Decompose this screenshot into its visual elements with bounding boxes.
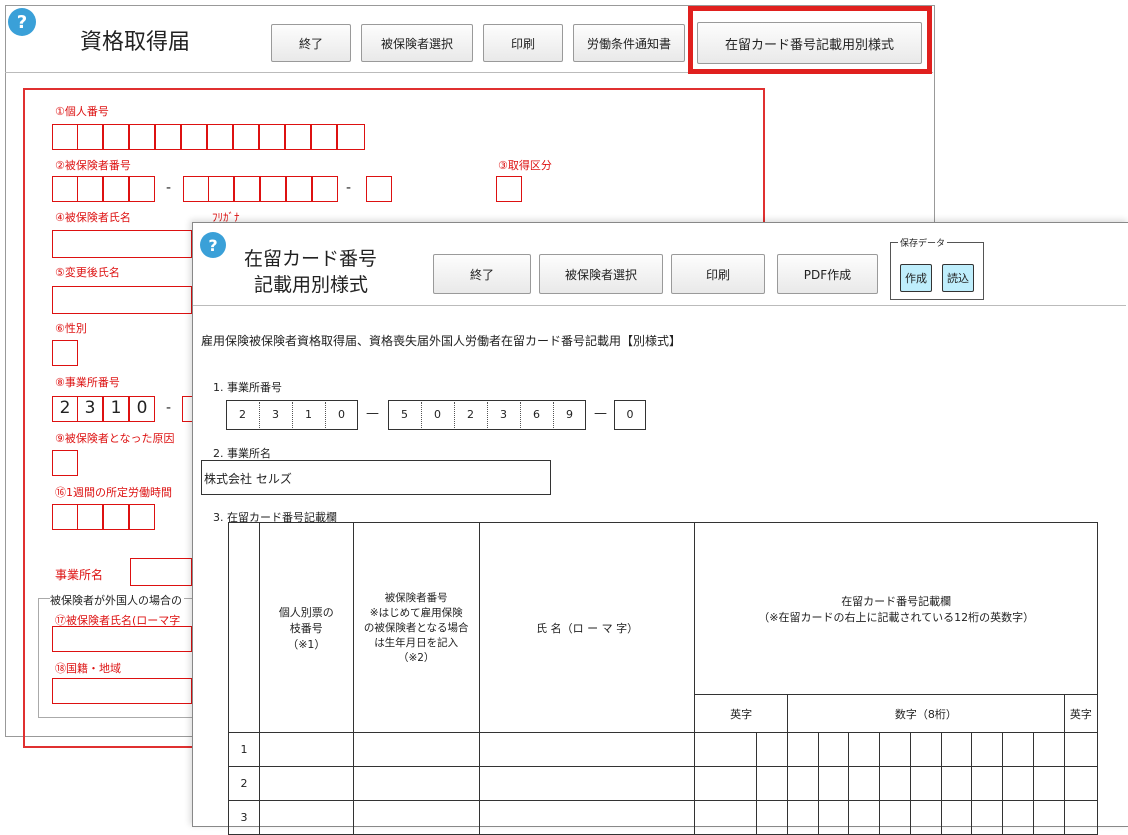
insured-name-field[interactable] (52, 230, 192, 258)
front-office-number-a-digits: 2 3 1 0 (226, 400, 358, 430)
acquisition-class-cell[interactable] (496, 176, 522, 202)
table-row[interactable]: 3 (228, 800, 1099, 835)
acquisition-class-label: ③取得区分 (498, 159, 552, 172)
office-digit: 9 (566, 408, 573, 421)
back-select-insured-button[interactable]: 被保険者選択 (361, 24, 473, 62)
office-digit: 2 (467, 408, 474, 421)
front-office-dash-2: — (594, 406, 607, 421)
back-print-button[interactable]: 印刷 (483, 24, 563, 62)
back-office-dash: - (166, 400, 172, 416)
changed-name-label: ⑤変更後氏名 (55, 266, 120, 279)
back-office-digit: 1 (110, 398, 122, 418)
back-office-digit: 0 (136, 398, 148, 418)
back-help-icon[interactable]: ? (8, 8, 36, 36)
cause-cell[interactable] (52, 450, 78, 476)
front-select-insured-button[interactable]: 被保険者選択 (539, 254, 663, 294)
changed-name-field[interactable] (52, 286, 192, 314)
front-office-name-value: 株式会社 セルズ (204, 472, 292, 486)
front-exit-button[interactable]: 終了 (433, 254, 531, 294)
insured-check-digit-cell[interactable] (366, 176, 392, 202)
office-digit: 3 (272, 408, 279, 421)
sub-digits: 数字（8桁） (786, 694, 1065, 733)
row-number: 2 (228, 766, 260, 801)
col-name-header: 氏 名（ロ ー マ 字） (478, 522, 696, 733)
office-check-digit: 0 (626, 408, 634, 421)
back-exit-button[interactable]: 終了 (271, 24, 351, 62)
save-create-button[interactable]: 作成 (900, 264, 932, 292)
office-name-label: 事業所名 (55, 568, 104, 582)
front-print-button[interactable]: 印刷 (671, 254, 765, 294)
back-title: 資格取得届 (80, 30, 191, 55)
office-digit: 3 (500, 408, 507, 421)
sex-label: ⑥性別 (55, 322, 87, 335)
office-digit: 1 (305, 408, 312, 421)
table-row[interactable]: 1 (228, 732, 1099, 767)
section2-label: 2. 事業所名 (213, 447, 271, 460)
insured-dash-2: - (346, 180, 352, 196)
sub-alpha-1: 英字 (694, 694, 788, 733)
office-digit: 0 (338, 408, 345, 421)
insured-dash-1: - (166, 180, 172, 196)
sex-cell[interactable] (52, 340, 78, 366)
office-number-label: ⑧事業所番号 (55, 376, 120, 389)
back-office-digit: 2 (59, 398, 71, 418)
residence-card-table: 個人別票の 枝番号 （※1） 被保険者番号 ※はじめて雇用保険 の被保険者となる… (228, 522, 1099, 835)
insured-name-label: ④被保険者氏名 (55, 211, 131, 224)
insured-number-label: ②被保険者番号 (55, 159, 131, 172)
office-digit: 2 (239, 408, 246, 421)
personal-number-label: ①個人番号 (55, 105, 109, 118)
save-load-button[interactable]: 読込 (942, 264, 974, 292)
office-digit: 0 (434, 408, 441, 421)
front-heading: 雇用保険被保険者資格取得届、資格喪失届外国人労働者在留カード番号記載用【別様式】 (201, 334, 682, 348)
roman-name-field[interactable] (52, 626, 192, 652)
front-office-dash-1: — (366, 406, 379, 421)
nationality-field[interactable] (52, 678, 192, 704)
nationality-label: ⑱国籍・地域 (55, 662, 121, 675)
front-office-number-b-digits: 5 0 2 3 6 9 (388, 400, 586, 430)
front-pdf-button[interactable]: PDF作成 (777, 254, 878, 294)
front-title-line1: 在留カード番号 (244, 248, 378, 270)
col-insured-header: 被保険者番号 ※はじめて雇用保険 の被保険者となる場合 は生年月日を記入 （※2… (352, 522, 480, 733)
table-row[interactable]: 2 (228, 766, 1099, 801)
row-number: 1 (228, 732, 260, 767)
back-office-digit: 3 (84, 398, 96, 418)
section1-label: 1. 事業所番号 (213, 381, 282, 394)
col-branch-header: 個人別票の 枝番号 （※1） (259, 522, 354, 733)
office-name-field[interactable] (130, 558, 192, 586)
front-help-icon[interactable]: ? (200, 232, 226, 258)
front-title-line2: 記載用別様式 (254, 274, 369, 296)
back-labor-notice-button[interactable]: 労働条件通知書 (573, 24, 685, 62)
front-toolbar-divider (193, 305, 1126, 306)
cause-label: ⑨被保険者となった原因 (55, 432, 175, 445)
highlight-frame (688, 6, 932, 74)
foreigner-group-label: 被保険者が外国人の場合の (50, 592, 184, 608)
office-digit: 6 (533, 408, 540, 421)
save-data-label: 保存データ (898, 236, 948, 249)
office-digit: 5 (401, 408, 408, 421)
row-number: 3 (228, 800, 260, 835)
col-card-header: 在留カード番号記載欄 （※在留カードの右上に記載されている12桁の英数字） (694, 522, 1098, 695)
sub-alpha-2: 英字 (1063, 694, 1099, 733)
weekly-hours-label: ⑯1週間の所定労働時間 (55, 486, 172, 499)
